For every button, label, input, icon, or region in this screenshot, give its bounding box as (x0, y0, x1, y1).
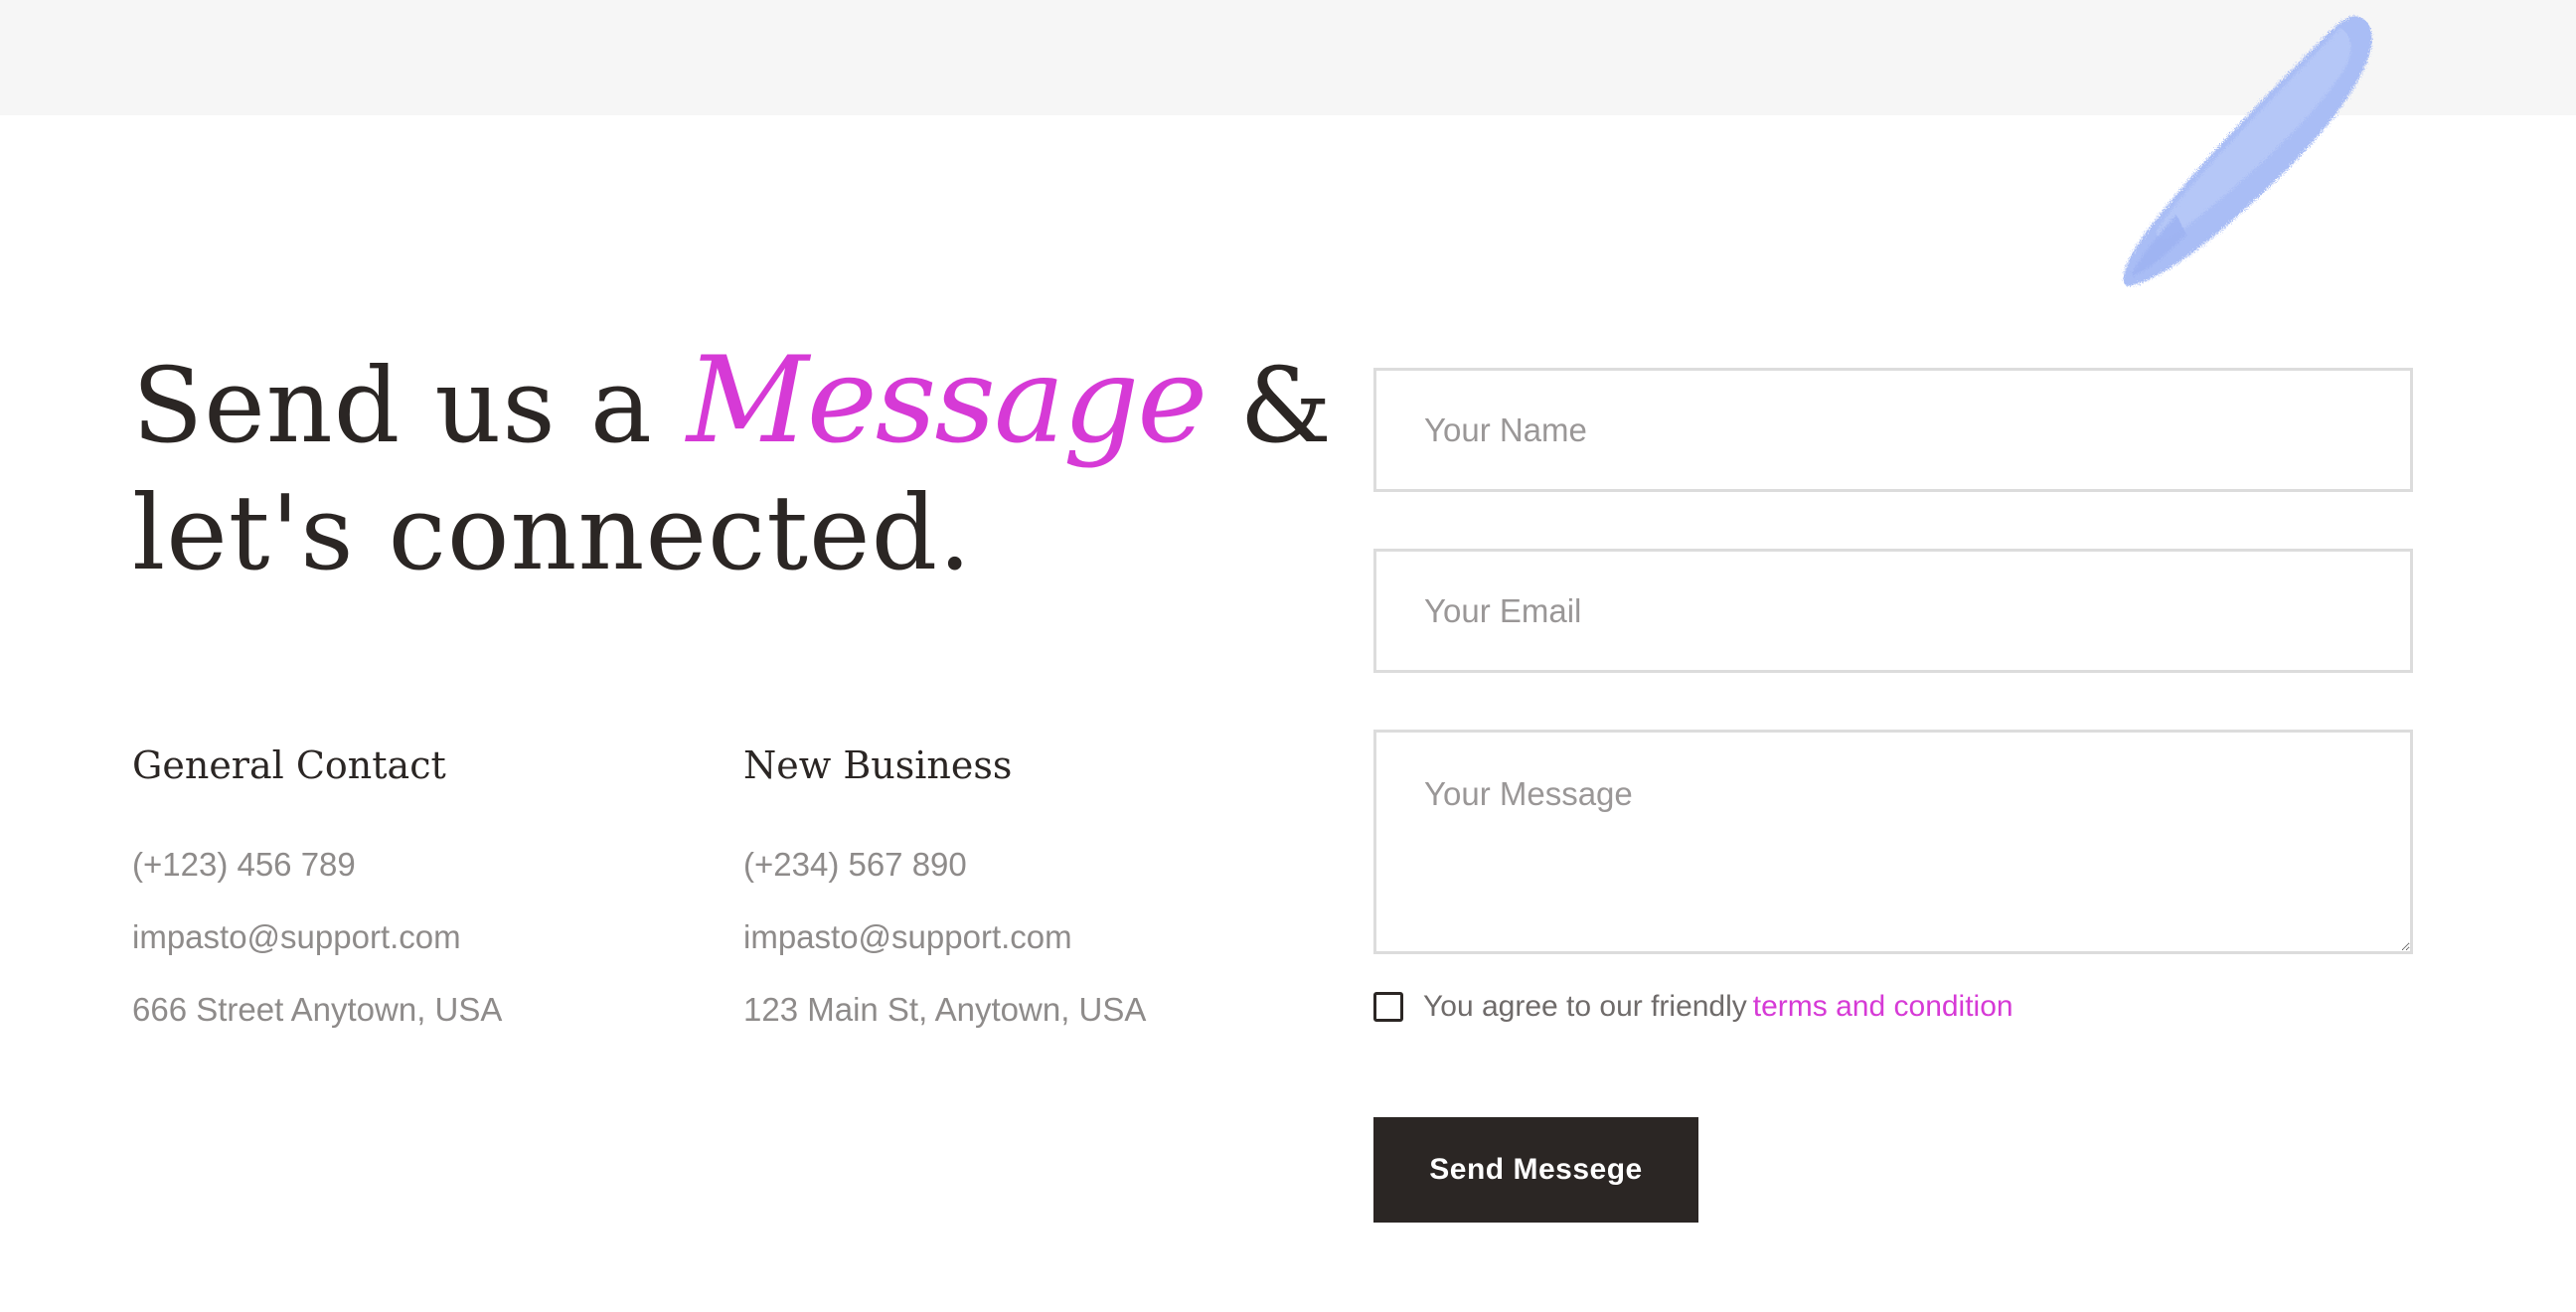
new-business-email: impasto@support.com (743, 918, 1072, 955)
heading-line-2: let's connected. (132, 472, 973, 593)
terms-agree-text: You agree to our friendly (1423, 990, 1747, 1023)
heading-prefix: Send us a (132, 345, 653, 466)
new-business-block: New Business (+234) 567 890 impasto@supp… (743, 736, 1146, 1063)
general-contact-address: 666 Street Anytown, USA (132, 991, 503, 1028)
heading-accent-word: Message (686, 332, 1208, 470)
name-input[interactable] (1373, 368, 2413, 492)
send-message-button[interactable]: Send Messege (1373, 1117, 1698, 1223)
paint-brush-stroke-icon (2123, 16, 2372, 286)
new-business-phone: (+234) 567 890 (743, 846, 967, 883)
heading-ampersand: & (1239, 345, 1333, 466)
general-contact-email: impasto@support.com (132, 918, 461, 955)
general-contact-phone: (+123) 456 789 (132, 846, 356, 883)
new-business-title: New Business (743, 743, 1013, 787)
new-business-address: 123 Main St, Anytown, USA (743, 991, 1147, 1028)
page-heading: Send us a Message & let's connected. (132, 338, 1333, 596)
terms-link[interactable]: terms and condition (1753, 990, 2013, 1024)
message-textarea[interactable] (1373, 730, 2413, 954)
terms-checkbox[interactable] (1373, 992, 1403, 1022)
general-contact-block: General Contact (+123) 456 789 impasto@s… (132, 736, 502, 1063)
terms-agreement: You agree to our friendly terms and cond… (1373, 990, 2013, 1024)
email-input[interactable] (1373, 549, 2413, 673)
general-contact-title: General Contact (132, 743, 446, 787)
